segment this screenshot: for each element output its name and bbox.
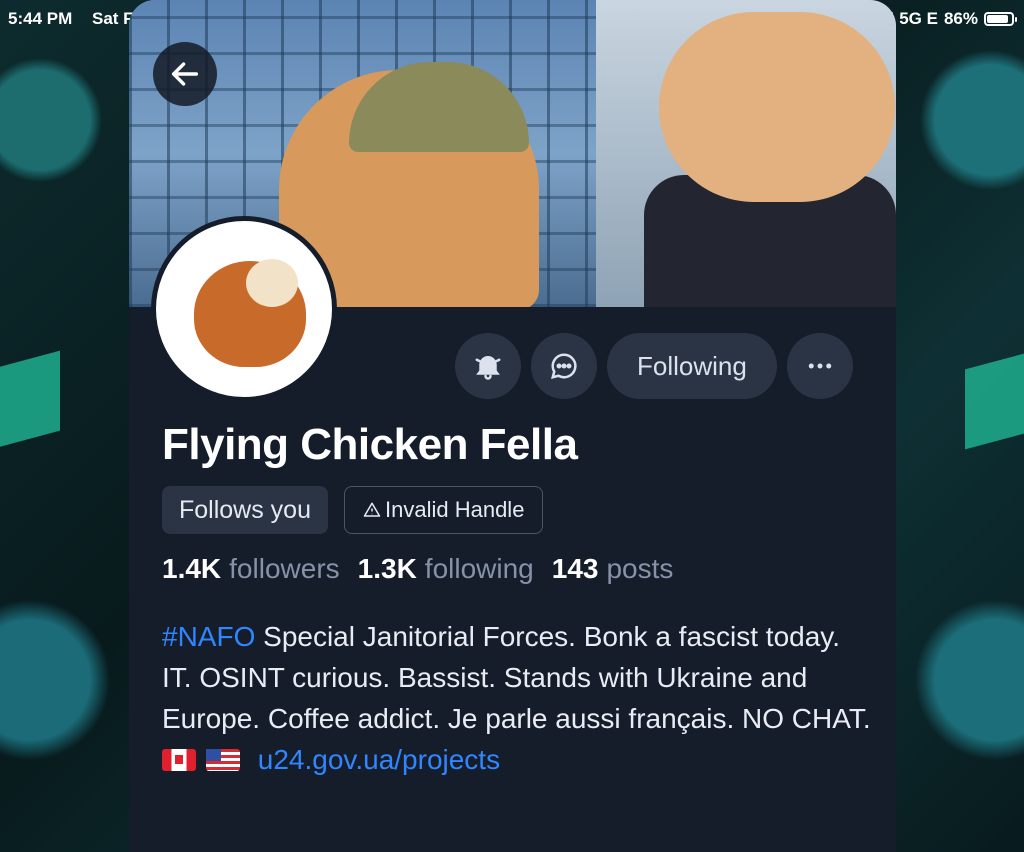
more-options-button[interactable] <box>786 333 853 399</box>
status-right: 5G E 86% <box>875 9 1017 29</box>
warning-icon <box>363 502 381 517</box>
status-time: 5:44 PM <box>8 9 73 28</box>
followers-stat[interactable]: 1.4K followers <box>162 553 340 585</box>
wallpaper-gem <box>0 350 60 450</box>
more-dots-icon <box>808 363 832 369</box>
profile-panel: Following Flying Chicken Fella Follows y… <box>129 0 896 852</box>
arrow-left-icon <box>171 62 199 86</box>
posts-stat: 143 posts <box>552 553 674 585</box>
chat-bubble-icon <box>550 353 577 380</box>
following-button[interactable]: Following <box>607 333 777 399</box>
us-flag-icon <box>206 749 240 771</box>
display-name: Flying Chicken Fella <box>162 420 578 469</box>
followers-count: 1.4K <box>162 553 222 584</box>
profile-badges: Follows you Invalid Handle <box>162 486 544 534</box>
avatar-doge-head <box>246 259 298 307</box>
bio-hashtag-link[interactable]: #NAFO <box>162 621 255 652</box>
banner-doge-suit <box>659 12 895 202</box>
network-type: 5G E <box>899 9 938 28</box>
followers-label: followers <box>229 553 340 584</box>
posts-label: posts <box>606 553 674 584</box>
bio-text: Special Janitorial Forces. Bonk a fascis… <box>162 621 871 734</box>
wallpaper-gem <box>965 350 1024 450</box>
avatar[interactable] <box>151 216 337 402</box>
bio-link[interactable]: u24.gov.ua/projects <box>258 744 500 775</box>
profile-actions: Following <box>455 333 853 399</box>
profile-stats: 1.4K followers 1.3K following 143 posts <box>162 553 673 585</box>
following-count: 1.3K <box>357 553 417 584</box>
following-stat[interactable]: 1.3K following <box>358 553 534 585</box>
notify-button[interactable] <box>455 333 521 399</box>
invalid-handle-label: Invalid Handle <box>385 497 525 522</box>
bell-icon <box>475 356 501 380</box>
profile-bio: #NAFO Special Janitorial Forces. Bonk a … <box>162 616 872 780</box>
canada-flag-icon <box>162 749 196 771</box>
follows-you-badge: Follows you <box>162 486 328 534</box>
followed-by-row[interactable] <box>162 838 862 852</box>
battery-fill <box>987 15 1008 23</box>
following-label: following <box>424 553 534 584</box>
back-button[interactable] <box>153 42 217 106</box>
battery-icon <box>984 12 1017 26</box>
message-button[interactable] <box>531 333 597 399</box>
posts-count: 143 <box>551 553 599 584</box>
battery-percent: 86% <box>943 9 978 28</box>
invalid-handle-badge[interactable]: Invalid Handle <box>344 486 544 534</box>
